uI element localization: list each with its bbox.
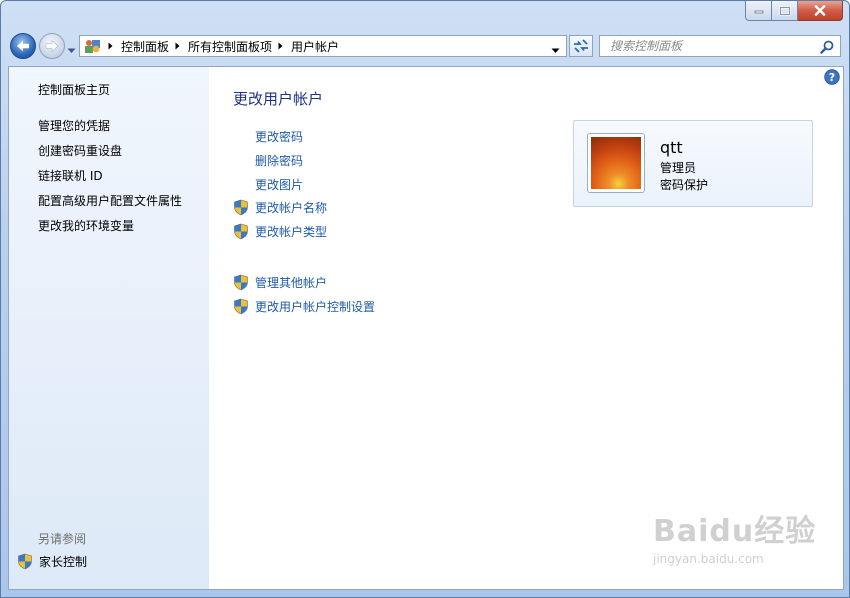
caption-buttons	[745, 1, 843, 21]
sidebar-link-parental-controls[interactable]: 家长控制	[17, 553, 87, 570]
recent-pages-dropdown[interactable]	[67, 43, 76, 57]
refresh-button[interactable]	[569, 35, 593, 57]
user-name: qtt	[660, 138, 683, 157]
task-link-label[interactable]: 删除密码	[255, 152, 303, 169]
breadcrumb-separator-icon[interactable]	[278, 39, 283, 53]
password-status: 密码保护	[660, 178, 709, 192]
chevron-down-icon	[551, 48, 560, 53]
uac-shield-icon	[18, 553, 32, 570]
parental-controls-label: 家长控制	[39, 555, 88, 569]
watermark: Baidu经验 jingyan.baidu.com	[653, 506, 816, 566]
close-button[interactable]	[798, 1, 843, 21]
minimize-button[interactable]	[745, 1, 772, 21]
sidebar-link-advanced-profile[interactable]: 配置高级用户配置文件属性	[38, 192, 182, 209]
breadcrumb-control-panel[interactable]: 控制面板	[121, 38, 169, 55]
task-link-label[interactable]: 管理其他帐户	[255, 274, 327, 291]
navigation-bar: 控制面板 所有控制面板项 用户帐户	[9, 32, 841, 60]
arrow-left-icon	[17, 40, 29, 52]
task-link-label[interactable]: 更改图片	[255, 176, 303, 193]
task-link-label[interactable]: 更改帐户类型	[255, 223, 327, 240]
maximize-button[interactable]	[772, 1, 798, 21]
help-icon[interactable]: ?	[824, 69, 840, 85]
task-remove-password[interactable]: 删除密码	[233, 152, 303, 169]
address-history-dropdown[interactable]	[551, 43, 560, 57]
task-link-label[interactable]: 更改帐户名称	[255, 199, 327, 216]
sidebar-link-manage-credentials[interactable]: 管理您的凭据	[38, 117, 110, 134]
task-change-password[interactable]: 更改密码	[233, 128, 303, 145]
uac-shield-icon	[234, 298, 248, 315]
minimize-icon	[754, 10, 763, 13]
search-input[interactable]	[600, 36, 810, 56]
control-panel-icon	[85, 40, 100, 53]
watermark-brand: Baidu经验	[653, 514, 817, 549]
flower-picture-icon	[591, 137, 641, 189]
task-change-account-type[interactable]: 更改帐户类型	[233, 223, 327, 240]
sidebar-link-online-id[interactable]: 链接联机 ID	[38, 167, 103, 184]
forward-button[interactable]	[39, 33, 65, 59]
sidebar-link-environment-variables[interactable]: 更改我的环境变量	[38, 217, 134, 234]
sidebar-link-control-panel-home[interactable]: 控制面板主页	[38, 81, 110, 98]
sidebar-link-password-reset-disk[interactable]: 创建密码重设盘	[38, 142, 122, 159]
address-bar[interactable]: 控制面板 所有控制面板项 用户帐户	[79, 35, 567, 57]
task-change-account-name[interactable]: 更改帐户名称	[233, 199, 327, 216]
breadcrumb-separator-icon[interactable]	[108, 39, 113, 53]
window-frame: 控制面板 所有控制面板项 用户帐户 搜索控制面板 控制面板主页 管理您的凭据 创…	[0, 0, 850, 598]
user-account-card: qtt 管理员 密码保护	[573, 120, 813, 207]
close-icon	[814, 5, 826, 16]
task-manage-other-accounts[interactable]: 管理其他帐户	[233, 274, 327, 291]
search-icon[interactable]	[820, 40, 834, 54]
maximize-icon	[779, 6, 790, 15]
back-button[interactable]	[10, 33, 36, 59]
avatar[interactable]	[587, 133, 645, 193]
uac-shield-icon	[234, 274, 248, 291]
uac-shield-icon	[234, 223, 248, 240]
user-role: 管理员	[660, 161, 697, 175]
page-title: 更改用户帐户	[233, 90, 324, 108]
refresh-icon	[574, 39, 588, 53]
svg-text:?: ?	[829, 71, 835, 84]
sidebar: 控制面板主页 管理您的凭据 创建密码重设盘 链接联机 ID 配置高级用户配置文件…	[9, 67, 209, 589]
chevron-down-icon	[67, 48, 76, 53]
task-change-picture[interactable]: 更改图片	[233, 176, 303, 193]
uac-shield-icon	[234, 199, 248, 216]
task-uac-settings[interactable]: 更改用户帐户控制设置	[233, 298, 375, 315]
see-also-heading: 另请参阅	[38, 532, 87, 546]
task-link-label[interactable]: 更改密码	[255, 128, 303, 145]
arrow-right-icon	[45, 39, 59, 53]
task-link-label[interactable]: 更改用户帐户控制设置	[255, 298, 375, 315]
breadcrumb-separator-icon[interactable]	[175, 39, 180, 53]
search-box[interactable]	[599, 35, 841, 57]
watermark-url: jingyan.baidu.com	[653, 552, 764, 566]
breadcrumb-user-accounts[interactable]: 用户帐户	[291, 38, 339, 55]
breadcrumb-all-items[interactable]: 所有控制面板项	[188, 38, 272, 55]
